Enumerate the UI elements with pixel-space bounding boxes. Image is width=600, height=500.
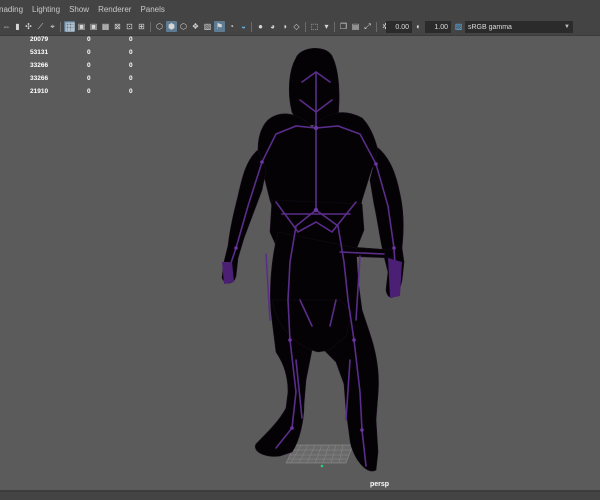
- safe-action-icon[interactable]: ⊠: [112, 21, 123, 32]
- bookmark-icon[interactable]: ▮: [12, 21, 23, 32]
- camera-attributes-icon[interactable]: ⟋: [35, 21, 46, 32]
- film-gate-icon[interactable]: ⌖: [47, 21, 58, 32]
- ground-grid: [285, 444, 354, 464]
- menu-panels[interactable]: Panels: [140, 5, 164, 14]
- wireframe-on-shaded-icon[interactable]: ⬡: [178, 21, 189, 32]
- gamma-icon[interactable]: ◐: [413, 21, 424, 32]
- character-model: [221, 48, 405, 472]
- xray-icon[interactable]: ⬚: [309, 21, 320, 32]
- anti-aliasing-icon[interactable]: ◕: [267, 21, 278, 32]
- menu-renderer[interactable]: Renderer: [98, 5, 131, 14]
- wireframe-icon[interactable]: ⬡: [154, 21, 165, 32]
- menu-bar: nading Lighting Show Renderer Panels: [0, 0, 600, 19]
- view-transform-dropdown[interactable]: sRGB gamma ▼: [465, 21, 573, 33]
- xray-joints-icon[interactable]: ▾: [321, 21, 332, 32]
- scene-canvas: [221, 48, 405, 472]
- backface-culling-icon[interactable]: ▤: [350, 21, 361, 32]
- textured-icon[interactable]: ▧: [202, 21, 213, 32]
- smooth-shade-icon[interactable]: ⬢: [166, 21, 177, 32]
- resolution-gate-icon[interactable]: ▣: [76, 21, 87, 32]
- xray-active-components-icon[interactable]: ❐: [338, 21, 349, 32]
- ambient-occlusion-icon[interactable]: ◒: [238, 21, 249, 32]
- color-management-icon[interactable]: ▨: [453, 21, 464, 32]
- menu-lighting[interactable]: Lighting: [32, 5, 60, 14]
- use-all-lights-icon[interactable]: ⚑: [214, 21, 225, 32]
- chevron-down-icon: ▼: [564, 24, 570, 30]
- shadows-icon[interactable]: ◔: [226, 21, 237, 32]
- field-chart-icon[interactable]: ▦: [100, 21, 111, 32]
- isolate-select-icon[interactable]: ◇: [291, 21, 302, 32]
- depth-of-field-icon[interactable]: ◑: [279, 21, 290, 32]
- image-plane-icon[interactable]: ✣: [23, 21, 34, 32]
- select-camera-icon[interactable]: ⇔: [1, 21, 12, 32]
- safe-title-icon[interactable]: ⊡: [124, 21, 135, 32]
- camera-name-label: persp: [370, 481, 390, 488]
- gate-mask-icon[interactable]: ▣: [88, 21, 99, 32]
- exposure-field[interactable]: 0.00: [386, 21, 412, 33]
- fit-view-icon[interactable]: ⊞: [136, 21, 147, 32]
- view-transform-value: sRGB gamma: [468, 23, 512, 31]
- viewport-bottom-bar: [0, 490, 600, 500]
- origin-marker: [320, 464, 324, 468]
- motion-blur-icon[interactable]: ●: [255, 21, 266, 32]
- default-material-icon[interactable]: ❖: [190, 21, 201, 32]
- viewport-persp[interactable]: 20079 0 0 53131 0 0 33266 0 0 33266 0 0 …: [0, 36, 600, 490]
- panel-toolbar: ⇔ ▮ ✣ ⟋ ⌖ ▣ ▣ ▦ ⊠ ⊡ ⊞ ⬡ ⬢ ⬡ ❖ ▧ ⚑ ◔ ◒ ● …: [0, 19, 600, 36]
- hud-icon[interactable]: ⤢: [362, 21, 373, 32]
- menu-show[interactable]: Show: [69, 5, 89, 14]
- gamma-field[interactable]: 1.00: [425, 21, 451, 33]
- grid-icon[interactable]: [64, 21, 75, 32]
- menu-shading[interactable]: nading: [0, 5, 23, 14]
